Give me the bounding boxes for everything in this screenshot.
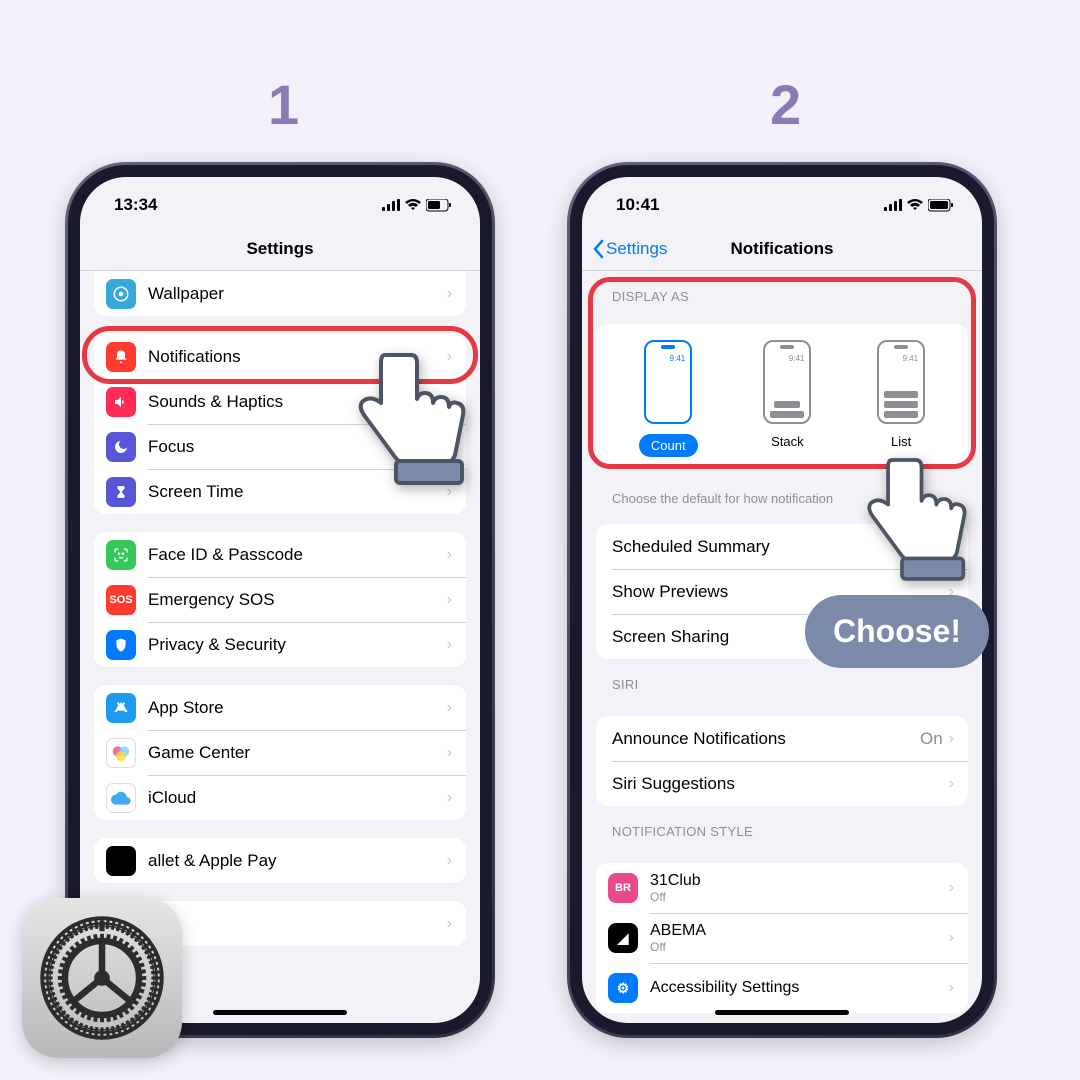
status-bar: 10:41 — [582, 177, 982, 227]
preview-time: 9:41 — [789, 354, 805, 363]
app-icon: ◢ — [608, 923, 638, 953]
chevron-icon: › — [447, 915, 452, 933]
chevron-icon: › — [949, 929, 954, 947]
home-indicator[interactable] — [715, 1010, 849, 1015]
chevron-icon: › — [447, 591, 452, 609]
row-sub: Off — [650, 940, 949, 954]
status-bar: 13:34 — [80, 177, 480, 227]
step-number-2: 2 — [770, 72, 801, 137]
gamecenter-icon — [106, 738, 136, 768]
chevron-icon: › — [949, 879, 954, 897]
gear-icon — [37, 913, 167, 1043]
chevron-icon: › — [447, 744, 452, 762]
row-label: iCloud — [148, 788, 447, 808]
row-label: Announce Notifications — [612, 729, 920, 749]
wallet-icon — [106, 846, 136, 876]
pointer-hand-1 — [340, 345, 480, 510]
wifi-icon — [907, 199, 923, 211]
back-label: Settings — [606, 239, 667, 259]
cellular-icon — [884, 199, 902, 211]
hourglass-icon — [106, 477, 136, 507]
row-icloud[interactable]: iCloud › — [94, 775, 466, 820]
option-label: Count — [639, 434, 698, 457]
display-option-stack[interactable]: 9:41 Stack — [763, 340, 811, 457]
row-label: Privacy & Security — [148, 635, 447, 655]
row-sub: Off — [650, 890, 949, 904]
app-icon: BR — [608, 873, 638, 903]
row-label: allet & Apple Pay — [148, 851, 447, 871]
chevron-icon: › — [949, 979, 954, 997]
display-option-list[interactable]: 9:41 List — [877, 340, 925, 457]
status-time: 13:34 — [114, 195, 157, 215]
display-as-picker: 9:41 Count 9:41 Stack 9:41 List — [596, 324, 968, 469]
row-appstore[interactable]: App Store › — [94, 685, 466, 730]
bell-icon — [106, 342, 136, 372]
option-label: List — [891, 434, 911, 449]
nav-bar: Settings — [80, 227, 480, 271]
row-privacy[interactable]: Privacy & Security › — [94, 622, 466, 667]
app-icon: ⚙ — [608, 973, 638, 1003]
step-number-1: 1 — [268, 72, 299, 137]
battery-icon — [426, 199, 452, 212]
chevron-icon: › — [447, 546, 452, 564]
row-app-31club[interactable]: BR 31ClubOff › — [596, 863, 968, 913]
nav-title: Settings — [246, 239, 313, 259]
option-label: Stack — [771, 434, 804, 449]
pointer-hand-2 — [850, 450, 980, 605]
section-header-display-as: DISPLAY AS — [582, 271, 982, 310]
appstore-icon — [106, 693, 136, 723]
chevron-icon: › — [447, 789, 452, 807]
status-indicators — [884, 199, 954, 212]
row-label: ps — [148, 914, 447, 934]
row-label: Wallpaper — [148, 284, 447, 304]
row-gamecenter[interactable]: Game Center › — [94, 730, 466, 775]
row-faceid[interactable]: Face ID & Passcode › — [94, 532, 466, 577]
home-indicator[interactable] — [213, 1010, 347, 1015]
cellular-icon — [382, 199, 400, 211]
preview-time: 9:41 — [903, 354, 919, 363]
wifi-icon — [405, 199, 421, 211]
row-siri-suggestions[interactable]: Siri Suggestions› — [596, 761, 968, 806]
row-label: App Store — [148, 698, 447, 718]
chevron-icon: › — [949, 730, 954, 748]
chevron-icon: › — [949, 775, 954, 793]
cloud-icon — [106, 783, 136, 813]
section-header-style: NOTIFICATION STYLE — [582, 806, 982, 845]
row-app-accessibility[interactable]: ⚙ Accessibility Settings › — [596, 963, 968, 1013]
row-label: Game Center — [148, 743, 447, 763]
preview-time: 9:41 — [670, 354, 686, 363]
settings-app-icon — [22, 898, 182, 1058]
row-label: Face ID & Passcode — [148, 545, 447, 565]
row-label: Emergency SOS — [148, 590, 447, 610]
nav-title: Notifications — [731, 239, 834, 259]
chevron-icon: › — [447, 285, 452, 303]
row-sos[interactable]: SOS Emergency SOS › — [94, 577, 466, 622]
row-label: ABEMA — [650, 922, 949, 940]
chevron-left-icon — [592, 239, 604, 259]
wallpaper-icon — [106, 279, 136, 309]
row-label: 31Club — [650, 872, 949, 890]
hand-icon — [106, 630, 136, 660]
battery-icon — [928, 199, 954, 212]
status-indicators — [382, 199, 452, 212]
faceid-icon — [106, 540, 136, 570]
nav-bar: Settings Notifications — [582, 227, 982, 271]
speaker-icon — [106, 387, 136, 417]
back-button[interactable]: Settings — [592, 239, 667, 259]
row-wallpaper[interactable]: Wallpaper › — [94, 271, 466, 316]
sos-icon: SOS — [106, 585, 136, 615]
chevron-icon: › — [447, 852, 452, 870]
row-detail: On — [920, 729, 943, 749]
row-label: Siri Suggestions — [612, 774, 949, 794]
chevron-icon: › — [447, 636, 452, 654]
row-label: Accessibility Settings — [650, 979, 949, 997]
row-announce[interactable]: Announce NotificationsOn › — [596, 716, 968, 761]
chevron-icon: › — [447, 699, 452, 717]
moon-icon — [106, 432, 136, 462]
status-time: 10:41 — [616, 195, 659, 215]
row-wallet[interactable]: allet & Apple Pay › — [94, 838, 466, 883]
choose-bubble: Choose! — [805, 595, 989, 668]
display-option-count[interactable]: 9:41 Count — [639, 340, 698, 457]
row-app-abema[interactable]: ◢ ABEMAOff › — [596, 913, 968, 963]
